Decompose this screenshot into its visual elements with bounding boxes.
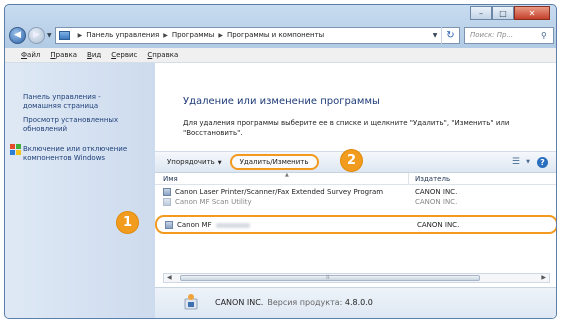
program-publisher: CANON INC. [415, 188, 458, 196]
chevron-right-icon: ▶ [77, 31, 83, 39]
windows-features-link[interactable]: Включение или отключение компонентов Wind… [23, 145, 127, 163]
recent-pages-dropdown-icon[interactable]: ▼ [47, 32, 52, 39]
program-publisher: CANON INC. [417, 221, 460, 229]
program-row-selected[interactable]: Canon MF CANON INC. [155, 215, 556, 234]
refresh-icon[interactable]: ↻ [441, 26, 459, 44]
title-bar: – □ ✕ [5, 5, 556, 25]
view-installed-updates-link[interactable]: Просмотр установленных обновлений [23, 116, 118, 134]
details-publisher: CANON INC. Версия продукта: 4.8.0.0 [215, 298, 373, 307]
installer-icon [184, 294, 198, 310]
programs-pane: Удаление или изменение программы Для уда… [155, 63, 556, 318]
address-dropdown-icon[interactable]: ▼ [429, 32, 441, 39]
step-1-badge: 1 [116, 211, 139, 234]
control-panel-window: – □ ✕ ◀ ▶ ▼ ▶ Панель управления ▶ Програ… [4, 4, 557, 319]
column-header-name[interactable]: Имя [163, 175, 178, 183]
minimize-button[interactable]: – [470, 6, 492, 20]
redacted-model-name [215, 222, 250, 228]
program-icon [165, 221, 173, 229]
chevron-down-icon: ▼ [217, 160, 222, 166]
breadcrumb-programs[interactable]: Программы [172, 31, 215, 39]
chevron-right-icon: ▶ [163, 31, 168, 39]
menu-file[interactable]: Файл [21, 51, 40, 59]
program-row[interactable]: Canon MF Scan Utility CANON INC. [155, 197, 556, 207]
program-icon [163, 188, 171, 196]
close-button[interactable]: ✕ [514, 6, 550, 20]
organize-button[interactable]: Упорядочить ▼ [167, 158, 222, 166]
menu-bar: Файл Правка Вид Сервис Справка [5, 48, 556, 63]
scrollbar-thumb[interactable] [180, 275, 480, 281]
chevron-down-icon[interactable]: ▼ [526, 159, 530, 165]
program-row[interactable]: Canon Laser Printer/Scanner/Fax Extended… [155, 187, 556, 197]
program-name: Canon Laser Printer/Scanner/Fax Extended… [175, 188, 384, 196]
breadcrumb-programs-and-features[interactable]: Программы и компоненты [227, 31, 324, 39]
horizontal-scrollbar[interactable]: ◀ ⁞⁞ ▶ [163, 273, 550, 283]
control-panel-home-link[interactable]: Панель управления - домашняя страница [23, 93, 101, 111]
grip-icon: ⁞⁞ [326, 274, 330, 281]
scroll-right-icon[interactable]: ▶ [541, 274, 546, 281]
help-icon[interactable]: ? [537, 157, 548, 168]
list-header: Имя ▲ Издатель [155, 172, 556, 185]
step-2-badge: 2 [340, 149, 363, 172]
page-title: Удаление или изменение программы [183, 96, 380, 107]
breadcrumb-control-panel[interactable]: Панель управления [86, 31, 159, 39]
search-input[interactable]: Поиск: Пр... ⚲ [464, 26, 554, 44]
program-publisher: CANON INC. [415, 198, 458, 206]
menu-tools[interactable]: Сервис [111, 51, 137, 59]
page-description: Для удаления программы выберите ее в спи… [183, 119, 510, 137]
navigation-row: ◀ ▶ ▼ ▶ Панель управления ▶ Программы ▶ … [9, 24, 554, 46]
search-placeholder: Поиск: Пр... [470, 31, 514, 39]
control-panel-icon [58, 30, 70, 40]
chevron-right-icon: ▶ [218, 31, 223, 39]
menu-view[interactable]: Вид [87, 51, 101, 59]
program-icon [163, 198, 171, 206]
menu-help[interactable]: Справка [147, 51, 178, 59]
window-controls: – □ ✕ [470, 6, 550, 20]
sort-ascending-icon: ▲ [285, 172, 289, 178]
task-pane: Панель управления - домашняя страница Про… [5, 63, 155, 318]
search-icon[interactable]: ⚲ [541, 31, 553, 40]
address-bar[interactable]: ▶ Панель управления ▶ Программы ▶ Програ… [54, 26, 460, 44]
program-name: Canon MF Scan Utility [175, 198, 252, 206]
program-name: Canon MF [177, 221, 250, 229]
uninstall-change-button[interactable]: Удалить/Изменить [229, 154, 319, 170]
menu-edit[interactable]: Правка [50, 51, 77, 59]
back-arrow-icon[interactable]: ◀ [9, 26, 26, 44]
scroll-left-icon[interactable]: ◀ [167, 274, 172, 281]
column-header-publisher[interactable]: Издатель [415, 175, 450, 183]
forward-arrow-icon[interactable]: ▶ [28, 26, 45, 44]
list-view-icon[interactable]: ☰ [512, 157, 520, 167]
maximize-button[interactable]: □ [492, 6, 514, 20]
column-divider[interactable] [408, 173, 409, 185]
details-pane: CANON INC. Версия продукта: 4.8.0.0 [155, 287, 556, 318]
shield-icon [10, 144, 21, 155]
